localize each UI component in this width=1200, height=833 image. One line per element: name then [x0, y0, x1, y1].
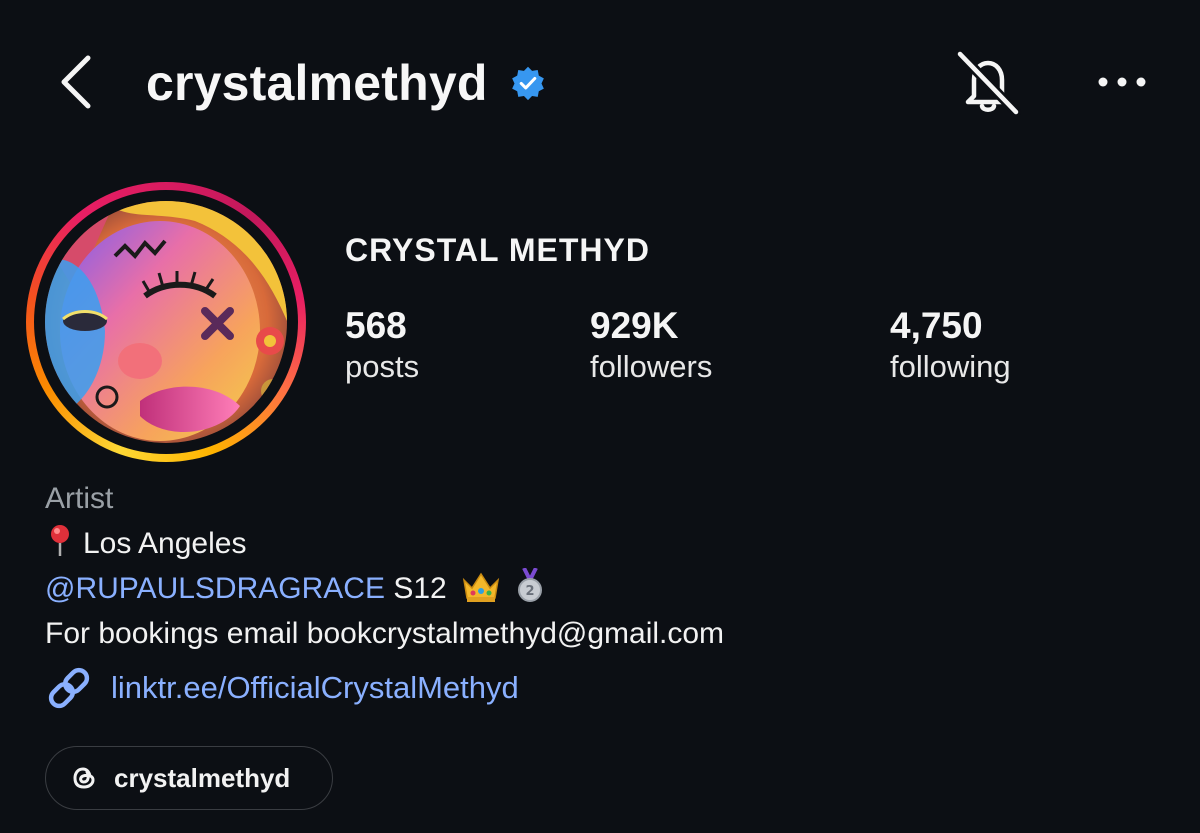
followers-label: followers [590, 349, 713, 384]
following-count: 4,750 [890, 305, 983, 346]
svg-text:2: 2 [526, 584, 535, 599]
back-arrow-icon [61, 55, 91, 109]
notifications-button[interactable] [952, 49, 1024, 117]
back-button[interactable] [52, 52, 100, 112]
threads-badge[interactable]: crystalmethyd [45, 746, 333, 810]
posts-count: 568 [345, 305, 407, 346]
threads-icon [73, 767, 95, 789]
location-text: Los Angeles [83, 527, 247, 560]
followers-count: 929K [590, 305, 679, 346]
following-stat[interactable]: 4,750 following [890, 305, 1011, 387]
followers-stat[interactable]: 929K followers [590, 305, 712, 387]
more-options-button[interactable] [1094, 62, 1150, 102]
external-link[interactable]: linktr.ee/OfficialCrystalMethyd [45, 663, 519, 713]
threads-handle: crystalmethyd [114, 762, 291, 793]
header-username: crystalmethyd [146, 55, 488, 111]
verified-badge-icon [512, 66, 544, 101]
bell-off-icon [955, 49, 1021, 117]
following-label: following [890, 349, 1011, 384]
posts-label: posts [345, 349, 420, 384]
mention-suffix: S12 [393, 572, 447, 605]
crown-icon [462, 572, 500, 602]
link-text: linktr.ee/OfficialCrystalMethyd [111, 670, 519, 705]
category-label: Artist [45, 482, 114, 515]
avatar-artwork [45, 201, 287, 443]
profile-page: crystalmethyd CRYSTAL METHYD 568 posts 9… [0, 0, 1200, 833]
avatar [45, 201, 287, 443]
bio: Artist Los Angeles @RUPAULSDRAGRACE S12 … [45, 476, 724, 656]
mention-line: @RUPAULSDRAGRACE S12 2 [45, 566, 724, 611]
display-name: CRYSTAL METHYD [345, 232, 650, 268]
silver-medal-icon: 2 [518, 568, 543, 602]
location-line: Los Angeles [45, 521, 724, 566]
more-options-icon [1098, 77, 1146, 87]
posts-stat[interactable]: 568 posts [345, 305, 419, 387]
story-ring[interactable] [26, 182, 306, 462]
link-icon [48, 667, 90, 709]
booking-line: For bookings email bookcrystalmethyd@gma… [45, 617, 725, 650]
mention-link[interactable]: @RUPAULSDRAGRACE [45, 572, 385, 605]
pin-icon [51, 525, 69, 556]
